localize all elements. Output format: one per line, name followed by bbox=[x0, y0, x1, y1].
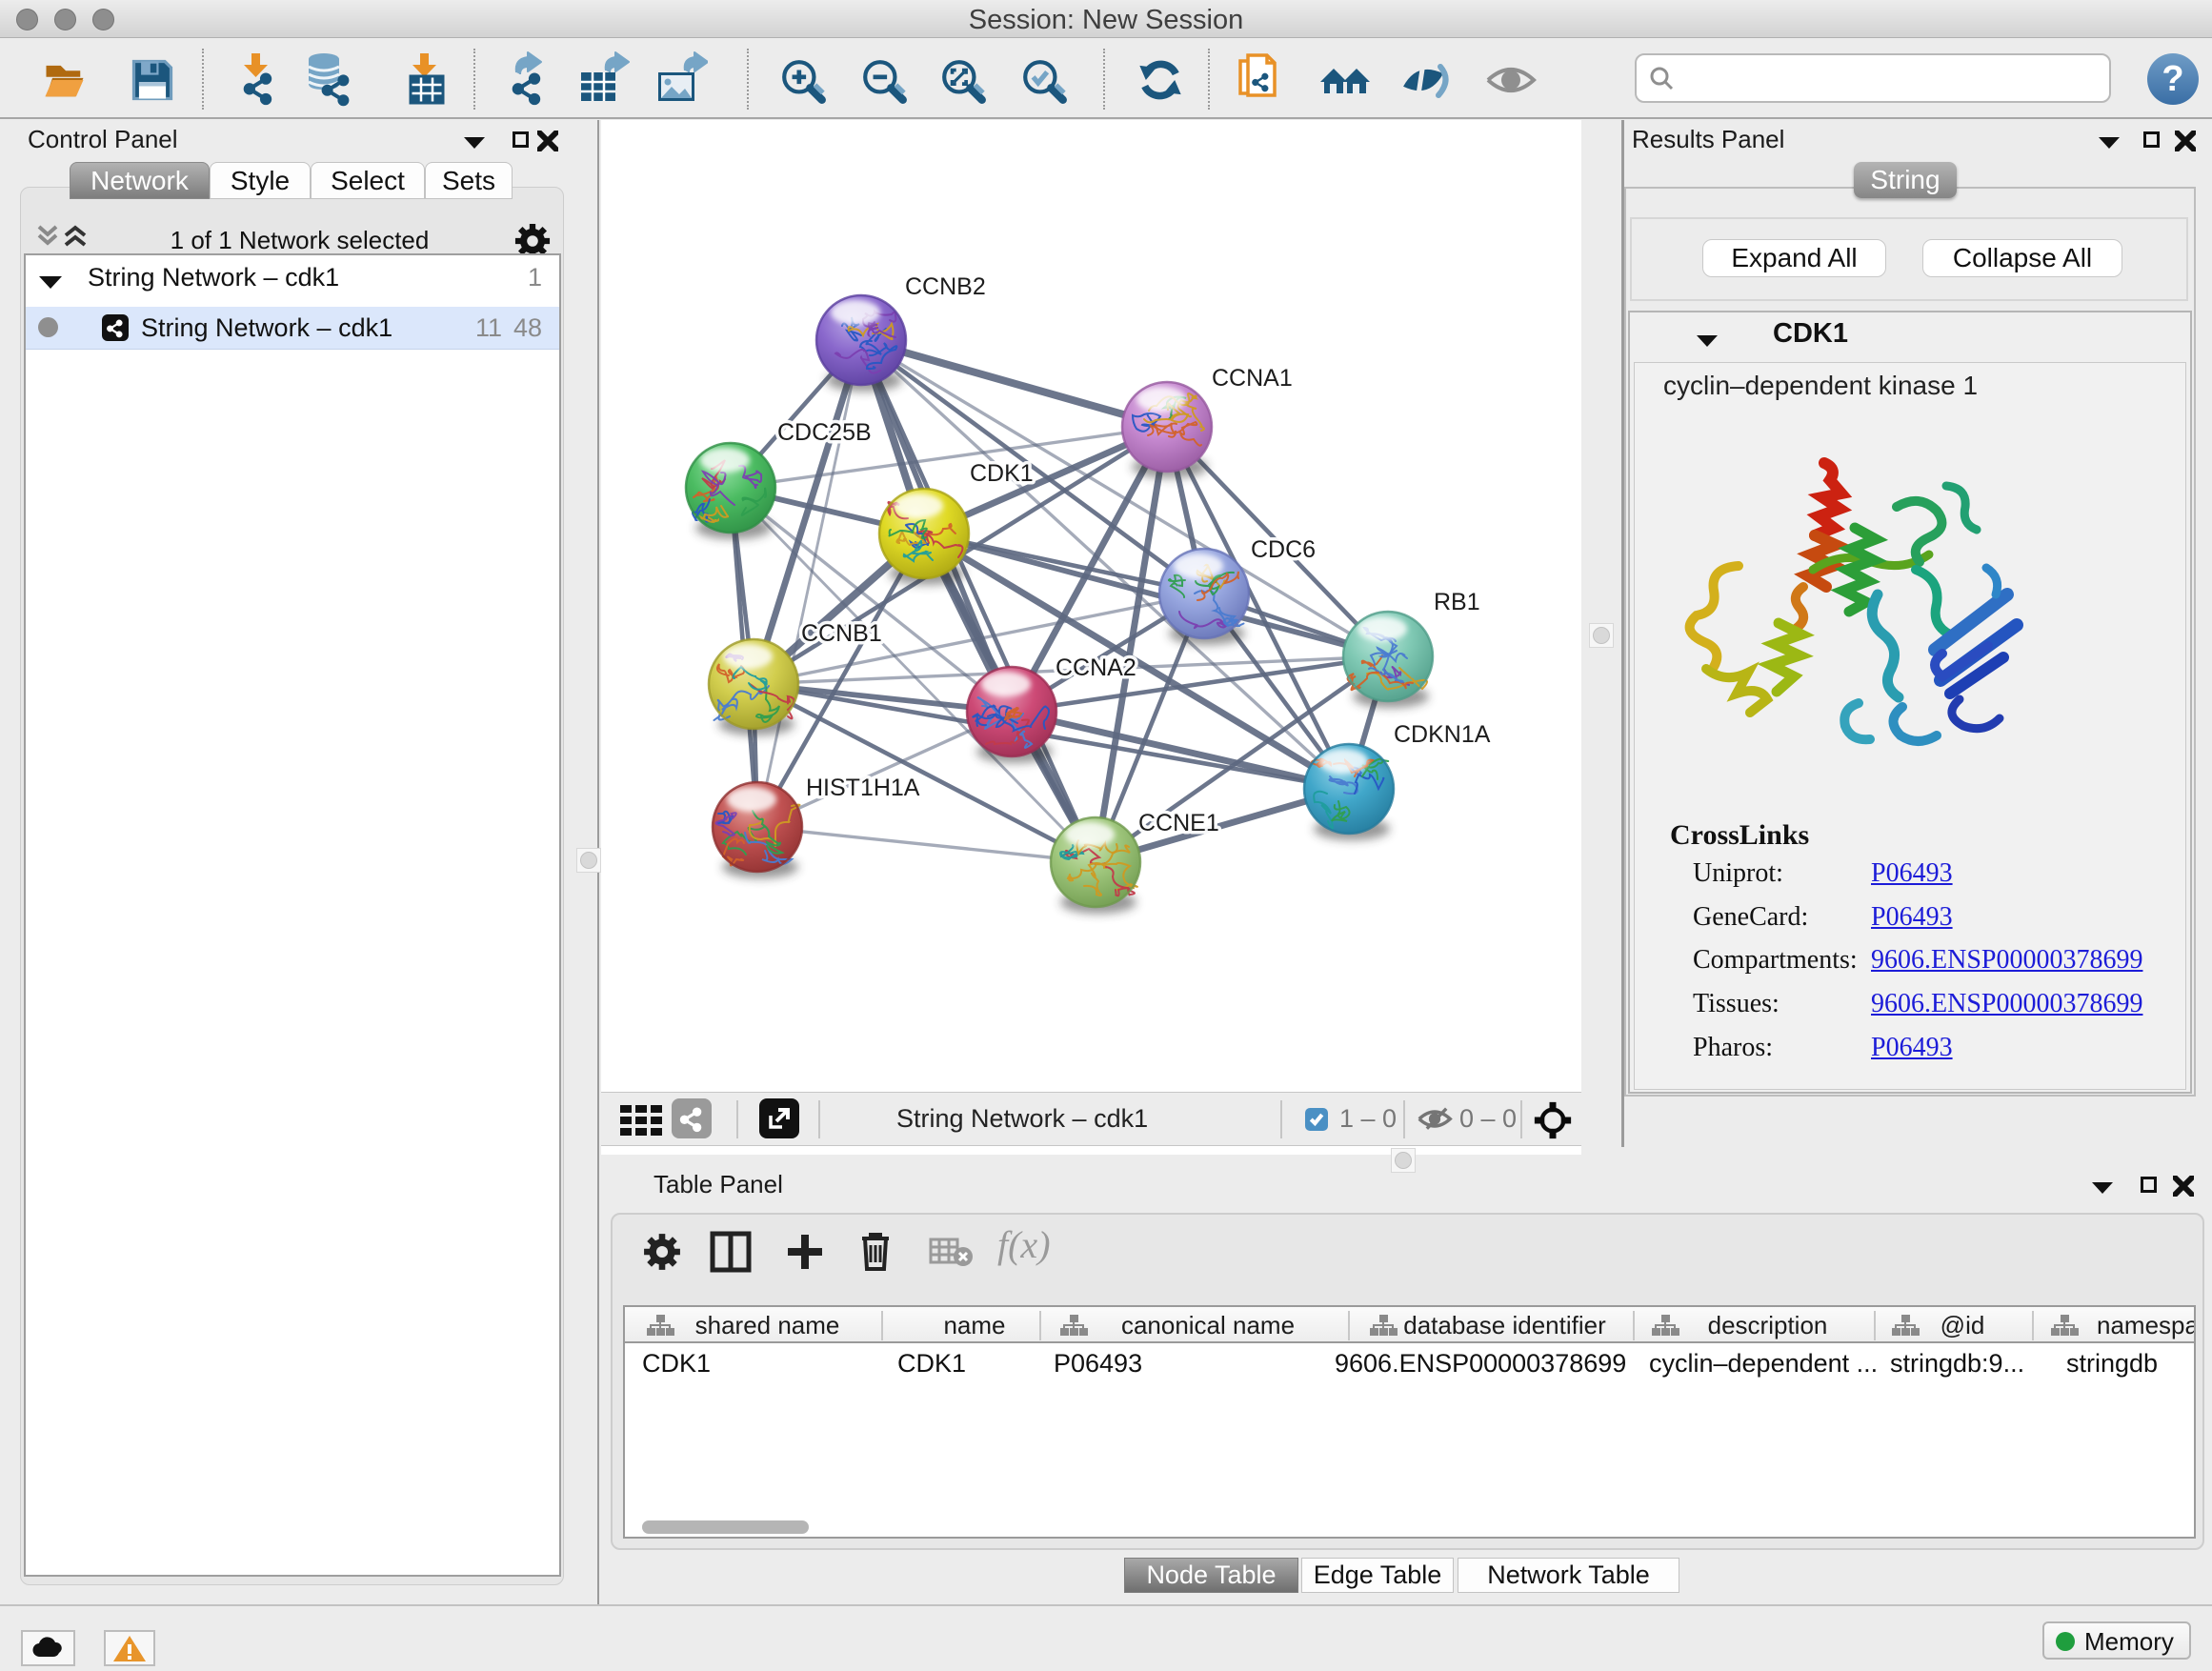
svg-text:HIST1H1A: HIST1H1A bbox=[806, 775, 920, 801]
svg-text:CCNA2: CCNA2 bbox=[1056, 654, 1136, 681]
svg-text:CCNE1: CCNE1 bbox=[1138, 810, 1219, 836]
svg-text:CDC25B: CDC25B bbox=[777, 419, 872, 446]
svg-text:CDK1: CDK1 bbox=[970, 460, 1034, 487]
svg-text:CDKN1A: CDKN1A bbox=[1394, 721, 1491, 748]
svg-text:CCNB1: CCNB1 bbox=[801, 620, 882, 647]
svg-text:CCNA1: CCNA1 bbox=[1212, 365, 1293, 392]
svg-text:RB1: RB1 bbox=[1434, 589, 1480, 615]
svg-text:CDC6: CDC6 bbox=[1251, 536, 1316, 563]
svg-text:CCNB2: CCNB2 bbox=[905, 273, 986, 300]
